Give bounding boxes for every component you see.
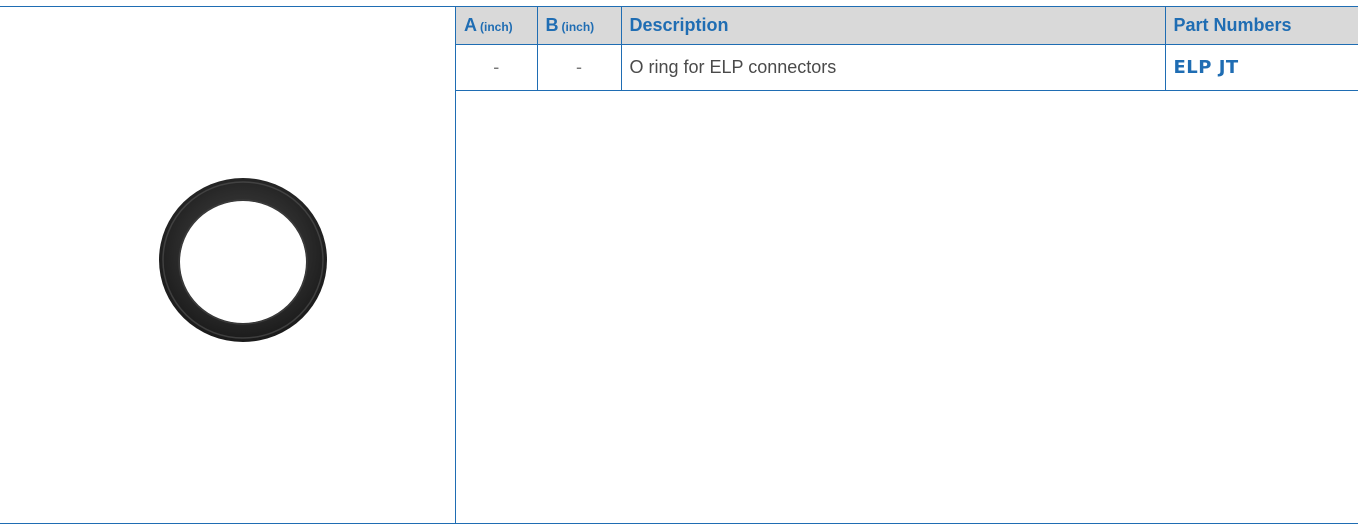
specification-table: A (inch) B (inch) Description Part Numbers… — [456, 7, 1358, 91]
header-b: B (inch) — [536, 7, 621, 45]
header-part-numbers-label: Part Numbers — [1173, 15, 1292, 35]
header-a-label: A — [464, 15, 477, 35]
header-description: Description — [620, 7, 1165, 45]
header-description-label: Description — [629, 15, 729, 35]
header-b-label: B — [545, 15, 559, 35]
product-image-panel — [0, 7, 456, 523]
table-header-row: A (inch) B (inch) Description Part Numbers — [456, 7, 1358, 45]
cell-a: - — [456, 44, 537, 91]
header-b-unit: (inch) — [561, 20, 595, 34]
header-part-numbers: Part Numbers — [1164, 7, 1358, 45]
cell-description: O ring for ELP connectors — [620, 44, 1165, 91]
o-ring-image — [158, 178, 327, 342]
bottom-rule — [0, 523, 1358, 524]
header-a: A (inch) — [456, 7, 537, 45]
table-row: - - O ring for ELP connectors ELP JT — [456, 44, 1358, 91]
cell-part-number[interactable]: ELP JT — [1164, 44, 1358, 91]
cell-b: - — [536, 44, 621, 91]
header-a-unit: (inch) — [480, 20, 513, 34]
part-number-link[interactable]: ELP JT — [1174, 57, 1239, 78]
